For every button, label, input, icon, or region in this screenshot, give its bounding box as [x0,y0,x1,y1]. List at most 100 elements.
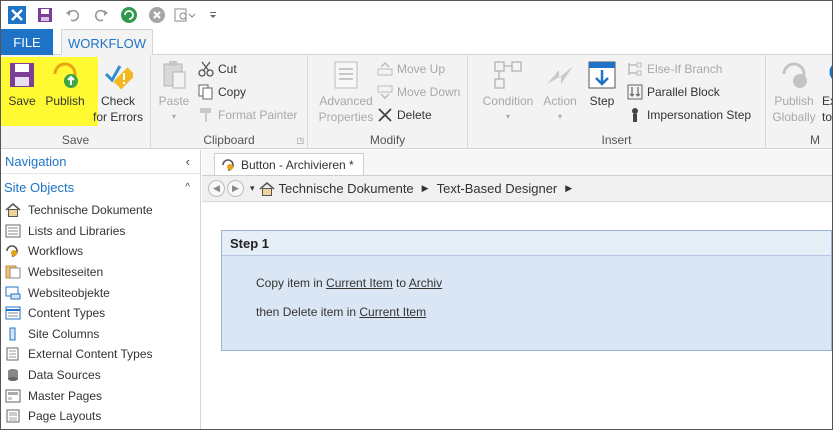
action-button[interactable]: Action ▾ [538,57,582,125]
export-label-1: Ex [822,94,832,108]
condition-button[interactable]: Condition ▾ [478,57,538,125]
designer-canvas: Step 1 Copy item in Current Item to Arch… [202,203,832,429]
workflow-step[interactable]: Step 1 Copy item in Current Item to Arch… [221,230,832,351]
breadcrumb-separator-icon: ▶ [421,183,429,193]
content-types-icon [4,305,22,321]
format-painter-button[interactable]: Format Painter [197,105,297,125]
check-label-1: Check [100,94,135,108]
breadcrumb-item-designer[interactable]: Text-Based Designer [437,181,558,196]
sidebar-item[interactable]: Data Sources [1,365,200,386]
publish-globally-label-2: Globally [772,110,816,124]
copy-icon [197,83,215,101]
sidebar-item[interactable]: Master Pages [1,385,200,406]
back-icon[interactable]: ◀ [208,180,225,197]
publish-label: Publish [45,94,85,108]
paste-dropdown-icon: ▾ [171,112,176,121]
site-objects-section[interactable]: Site Objects ^ [1,174,200,200]
publish-globally-button[interactable]: Publish Globally [770,57,818,125]
tab-workflow[interactable]: WORKFLOW [61,29,153,56]
publish-globally-icon [778,59,810,91]
cut-button[interactable]: Cut [197,59,237,79]
advanced-properties-button[interactable]: Advanced Properties [313,57,379,125]
step-button[interactable]: Step [587,57,617,109]
breadcrumb: ◀ ▶ ▾ Technische Dokumente ▶ Text-Based … [202,176,832,202]
redo-icon[interactable] [89,3,113,27]
app-window: FILE WORKFLOW Save Publish Check for Err… [0,0,833,430]
action-dropdown-icon: ▾ [557,112,562,121]
else-if-branch-button[interactable]: Else-If Branch [626,59,722,79]
move-up-button[interactable]: Move Up [376,59,445,79]
sidebar-item[interactable]: Site Columns [1,324,200,345]
save-icon [6,59,38,91]
sidebar-item[interactable]: External Content Types [1,344,200,365]
sidebar-item-label: Data Sources [28,368,101,383]
insert-group: Condition ▾ Action ▾ Step Else-If Branch… [468,55,766,149]
check-label-2: for Errors [92,110,143,124]
save-group-label: Save [61,133,90,147]
sidebar-item[interactable]: Workflows [1,241,200,262]
sidebar-item-label: Technische Dokumente [28,203,153,218]
view-icon[interactable] [173,3,197,27]
step-action-delete: then Delete item in Current Item [256,305,426,319]
save-group: Save Publish Check for Errors Save [1,55,151,149]
stop-icon[interactable] [145,3,169,27]
modify-group-label: Modify [369,133,406,147]
copy-button[interactable]: Copy [197,82,246,102]
impersonation-label: Impersonation Step [647,108,752,122]
sidebar-item[interactable]: Websiteobjekte [1,282,200,303]
ribbon: Save Publish Check for Errors Save Paste… [1,55,832,149]
paste-button[interactable]: Paste ▾ [157,57,191,125]
document-tab[interactable]: Button - Archivieren * [214,153,364,175]
sidebar-item[interactable]: Lists and Libraries [1,221,200,242]
parallel-block-label: Parallel Block [647,85,720,99]
sidebar-item[interactable]: Content Types [1,303,200,324]
chevron-up-icon[interactable]: ^ [185,182,190,193]
action-icon [544,59,576,91]
dialog-launcher-icon[interactable]: ◳ [296,136,304,145]
sidebar-item[interactable]: Page Layouts [1,406,200,427]
export-button[interactable]: Ex to [822,57,832,125]
sidebar-item-label: Site Columns [28,326,100,341]
customize-icon[interactable] [201,3,225,27]
save-label: Save [8,94,36,108]
tab-file[interactable]: FILE [1,29,53,55]
publish-button[interactable]: Publish [43,57,87,109]
archiv-link[interactable]: Archiv [409,276,442,290]
manage-group: Publish Globally Ex to M [766,55,832,149]
check-for-errors-button[interactable]: Check for Errors [90,57,146,125]
assets-icon [4,285,22,301]
sidebar-item[interactable]: Websiteseiten [1,262,200,283]
manage-group-label: M [810,133,820,147]
delete-icon [376,106,394,124]
forward-icon[interactable]: ▶ [227,180,244,197]
current-item-link[interactable]: Current Item [359,305,426,319]
ribbon-tabs: FILE WORKFLOW [1,29,832,56]
sidebar-item[interactable]: Technische Dokumente [1,200,200,221]
current-item-link[interactable]: Current Item [326,276,393,290]
move-down-icon [376,83,394,101]
save-button[interactable]: Save [6,57,38,109]
sidebar-item-label: Page Layouts [28,409,102,424]
delete-button[interactable]: Delete [376,105,432,125]
publish-globally-label-1: Publish [774,94,814,108]
parallel-block-button[interactable]: Parallel Block [626,82,720,102]
undo-icon[interactable] [61,3,85,27]
collapse-chevron-icon[interactable]: ‹ [186,154,190,169]
history-dropdown-icon[interactable]: ▾ [250,183,255,194]
app-icon[interactable] [5,3,29,27]
action-text: to [392,276,409,290]
paste-label: Paste [158,94,190,108]
breadcrumb-item-site[interactable]: Technische Dokumente [279,181,414,196]
impersonation-step-button[interactable]: Impersonation Step [626,105,751,125]
navigation-title: Navigation [5,154,67,169]
copy-label: Copy [218,85,247,99]
move-down-button[interactable]: Move Down [376,82,460,102]
delete-label: Delete [397,108,432,122]
sidebar-item-label: Master Pages [28,388,103,403]
check-errors-icon [102,59,134,91]
action-label: Action [543,94,577,108]
refresh-icon[interactable] [117,3,141,27]
advanced-label-1: Advanced [319,94,373,108]
save-icon[interactable] [33,3,57,27]
navigation-pane: Navigation ‹ Site Objects ^ Technische D… [1,150,201,429]
